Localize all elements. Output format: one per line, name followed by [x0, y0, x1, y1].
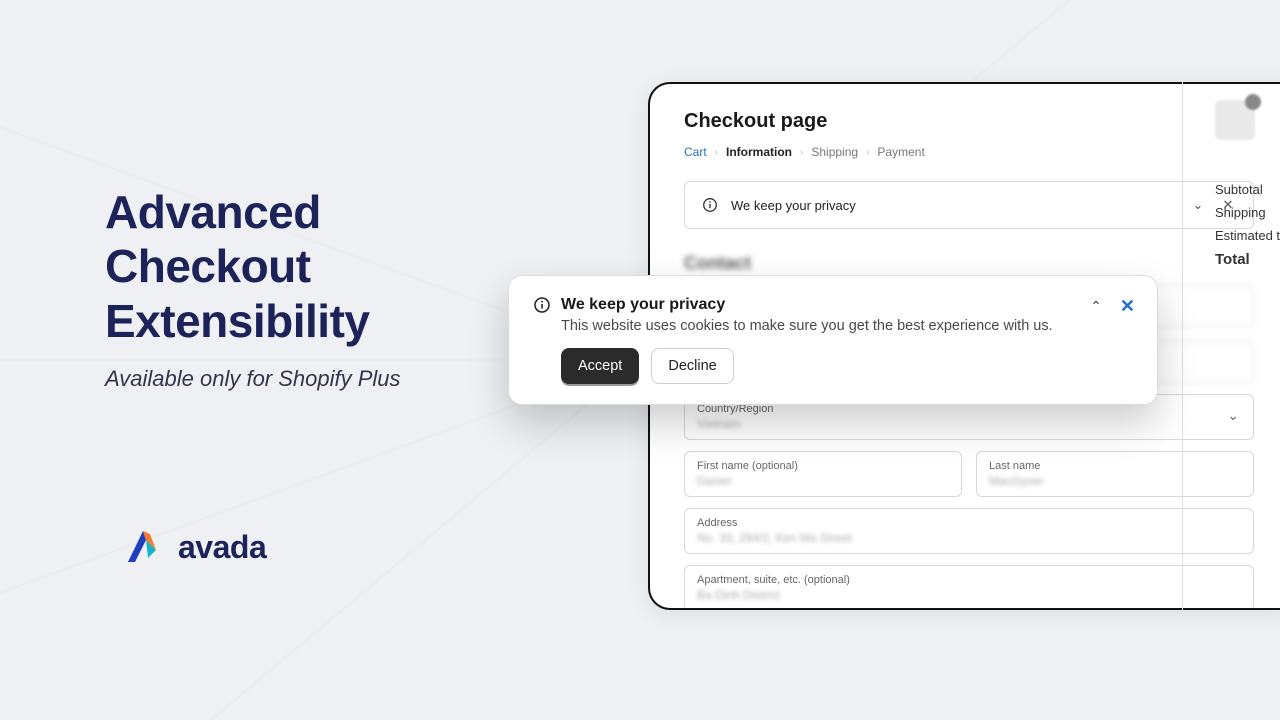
avada-mark-icon — [120, 528, 166, 566]
privacy-collapsed-bar[interactable]: We keep your privacy ⌄ ✕ — [684, 181, 1254, 229]
breadcrumb-information[interactable]: Information — [726, 145, 792, 159]
address-value: No. 33, 294/2, Kim Ma Street — [697, 531, 1241, 545]
cookie-title: We keep your privacy — [561, 296, 725, 314]
brand-logo: avada — [120, 528, 266, 566]
country-value: Vietnam — [697, 417, 1241, 431]
hero-block: Advanced Checkout Extensibility Availabl… — [105, 185, 525, 392]
order-summary-peek: Subtotal Shipping Estimated tax Total — [1182, 82, 1280, 610]
hero-title: Advanced Checkout Extensibility — [105, 185, 525, 348]
apartment-value: Ba Dinh District — [697, 588, 1241, 602]
brand-name: avada — [178, 529, 266, 566]
address-field[interactable]: Address No. 33, 294/2, Kim Ma Street — [684, 508, 1254, 554]
privacy-bar-text: We keep your privacy — [731, 198, 856, 213]
chevron-up-icon[interactable]: ⌃ — [1090, 298, 1102, 315]
subtotal-label: Subtotal — [1215, 182, 1280, 197]
contact-heading: Contact — [684, 253, 1254, 274]
shipping-label: Shipping — [1215, 205, 1280, 220]
decline-button[interactable]: Decline — [651, 348, 733, 384]
breadcrumb-shipping[interactable]: Shipping — [811, 145, 858, 159]
cookie-body: This website uses cookies to make sure y… — [561, 318, 1133, 334]
chevron-right-icon: › — [715, 147, 718, 158]
page-title: Checkout page — [684, 110, 1254, 133]
info-icon — [701, 196, 719, 214]
apartment-field[interactable]: Apartment, suite, etc. (optional) Ba Din… — [684, 565, 1254, 610]
tax-label: Estimated tax — [1215, 228, 1280, 243]
breadcrumb: Cart › Information › Shipping › Payment — [684, 145, 1254, 159]
first-name-label: First name (optional) — [697, 460, 949, 472]
info-icon — [533, 296, 551, 314]
first-name-field[interactable]: First name (optional) Daniel — [684, 451, 962, 497]
apartment-label: Apartment, suite, etc. (optional) — [697, 574, 1241, 586]
cookie-consent-popup: We keep your privacy This website uses c… — [508, 275, 1158, 405]
accept-button[interactable]: Accept — [561, 348, 639, 384]
close-icon[interactable]: ✕ — [1120, 296, 1135, 317]
total-label: Total — [1215, 251, 1280, 268]
chevron-right-icon: › — [800, 147, 803, 158]
breadcrumb-cart[interactable]: Cart — [684, 145, 707, 159]
chevron-right-icon: › — [866, 147, 869, 158]
product-thumbnail — [1215, 100, 1255, 140]
shipping-address-form: Country/Region Vietnam First name (optio… — [684, 394, 1254, 610]
hero-subtitle: Available only for Shopify Plus — [105, 366, 525, 392]
address-label: Address — [697, 517, 1241, 529]
breadcrumb-payment[interactable]: Payment — [877, 145, 924, 159]
first-name-value: Daniel — [697, 474, 949, 488]
